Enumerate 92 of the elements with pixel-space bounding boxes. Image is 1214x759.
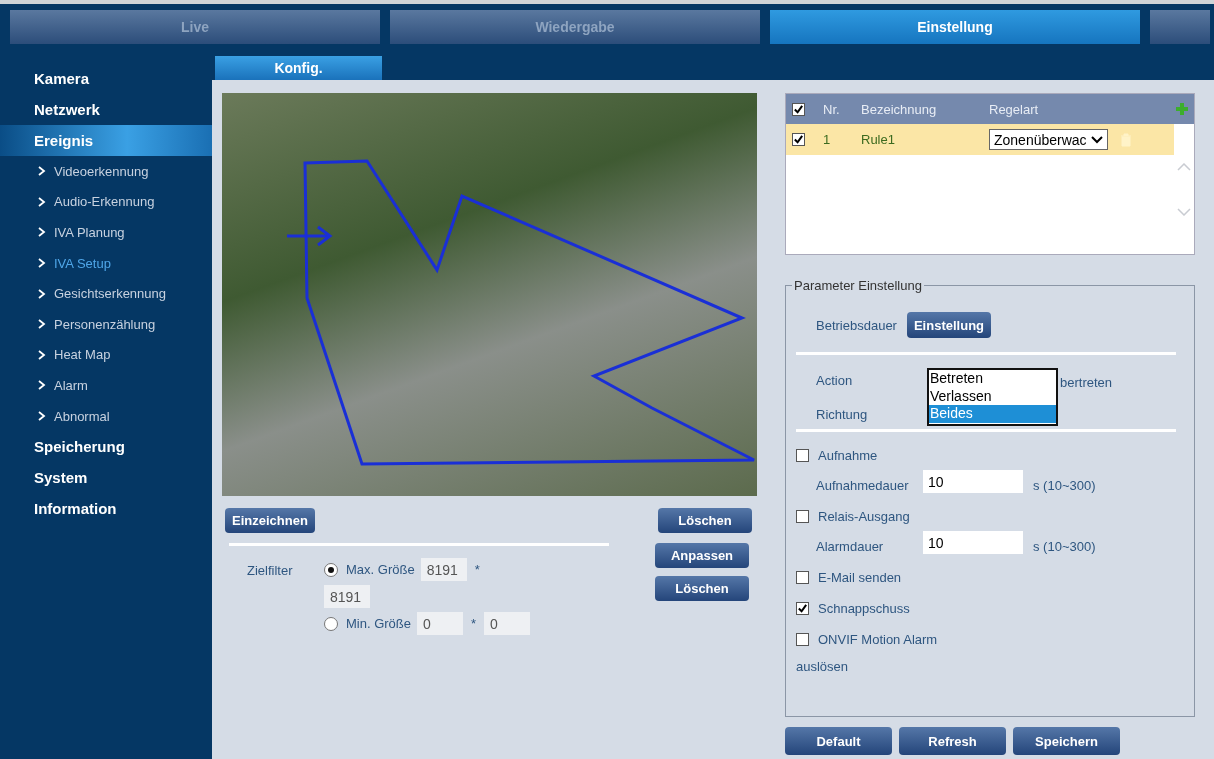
footer-button[interactable]: Default: [785, 727, 892, 755]
option-label: Aufnahme: [818, 448, 878, 463]
sidebar-subitem[interactable]: IVA Planung: [0, 217, 212, 248]
caret-icon: [1090, 135, 1103, 144]
duration-field[interactable]: 10: [923, 470, 1023, 493]
option-label: Schnappschuss: [818, 601, 910, 616]
config-tab[interactable]: Konfig.: [215, 56, 382, 80]
footer-button[interactable]: Refresh: [899, 727, 1006, 755]
table-cell-text: Rule1: [861, 132, 896, 147]
sidebar-subitem-label: Personenzählung: [54, 316, 156, 332]
chevron-icon: [38, 349, 46, 360]
option-label: ONVIF Motion Alarm: [818, 632, 938, 647]
sidebar-subitem-label: Videoerkennung: [54, 163, 149, 179]
checkbox[interactable]: [796, 449, 809, 462]
direction-arrow-icon: [285, 225, 333, 247]
height-field[interactable]: 8191: [324, 585, 370, 608]
sidebar-item[interactable]: Ereignis: [0, 125, 212, 156]
checkbox[interactable]: [796, 510, 809, 523]
checkbox[interactable]: [792, 102, 805, 116]
chevron-icon: [38, 411, 46, 422]
runtime-label: Betriebsdauer: [816, 317, 897, 333]
sidebar-item[interactable]: Netzwerk: [0, 94, 212, 125]
times-sign: *: [473, 562, 481, 577]
sidebar-item[interactable]: Kamera: [0, 63, 212, 94]
sidebar-subitem[interactable]: Heat Map: [0, 339, 212, 371]
checkbox[interactable]: [792, 133, 805, 146]
unit-label: s (10~300): [1033, 478, 1096, 493]
width-field[interactable]: 0: [417, 612, 463, 635]
sidebar-subitem[interactable]: Personenzählung: [0, 308, 212, 340]
checkbox[interactable]: [796, 633, 809, 646]
sidebar-subitem[interactable]: Abnormal: [0, 400, 212, 432]
sidebar-subitem[interactable]: Audio-Erkennung: [0, 186, 212, 218]
chevron-icon: [38, 166, 46, 177]
draw-button[interactable]: Einzeichnen: [225, 508, 315, 533]
clear-button[interactable]: Löschen: [658, 508, 752, 533]
table-cell-text: 1: [822, 132, 832, 147]
column-header: Bezeichnung: [861, 101, 938, 117]
chevron-icon: [38, 227, 46, 238]
checkbox[interactable]: [796, 571, 809, 584]
schedule-button[interactable]: Einstellung: [906, 312, 991, 338]
unit-label: s (10~300): [1033, 539, 1096, 554]
option-label: E-Mail senden: [818, 570, 902, 585]
list-option[interactable]: Verlassen: [929, 387, 1056, 405]
sidebar-item[interactable]: Information: [0, 493, 212, 525]
nav-tab[interactable]: Einstellung: [770, 10, 1140, 44]
sidebar-subitem[interactable]: IVA Setup: [0, 247, 212, 279]
action-label: Action: [816, 373, 854, 388]
height-field[interactable]: 0: [484, 612, 531, 635]
checkbox[interactable]: [796, 602, 809, 615]
sidebar-subitem-label: IVA Planung: [54, 225, 125, 240]
min-size-label: Min. Größe: [346, 616, 411, 631]
sidebar-subitem-label: Audio-Erkennung: [54, 194, 155, 210]
times-sign: *: [470, 616, 478, 631]
group-title: Parameter Einstellung: [792, 278, 924, 293]
chevron-icon: [38, 380, 46, 391]
chevron-icon: [38, 258, 46, 269]
list-option[interactable]: Beides: [929, 405, 1056, 423]
clear-button[interactable]: Löschen: [655, 576, 749, 601]
chevron-icon: [38, 319, 46, 330]
sidebar-item[interactable]: Speicherung: [0, 431, 212, 463]
width-field[interactable]: 8191: [420, 558, 467, 581]
option-label: auslösen: [796, 659, 849, 674]
max-size-label: Max. Größe: [346, 562, 415, 577]
field-label: Aufnahmedauer: [816, 478, 910, 493]
option-label: Relais-Ausgang: [818, 509, 910, 524]
sidebar-subitem[interactable]: Gesichtserkennung: [0, 278, 212, 309]
rule-type-dropdown[interactable]: Zonenüberwac: [989, 129, 1108, 150]
sidebar-subitem-label: IVA Setup: [54, 255, 111, 271]
footer-button[interactable]: Speichern: [1013, 727, 1120, 755]
filter-label: Zielfilter: [246, 562, 294, 580]
chevron-icon: [38, 288, 46, 299]
fit-button[interactable]: Anpassen: [655, 543, 749, 568]
radio-button[interactable]: [324, 616, 338, 631]
sidebar-subitem[interactable]: Alarm: [0, 370, 212, 401]
sidebar-subitem-label: Heat Map: [54, 347, 111, 363]
column-header: Regelart: [989, 101, 1040, 117]
action-option: bertreten: [1060, 375, 1113, 415]
column-header: Nr.: [822, 101, 841, 117]
field-label: Alarmdauer: [816, 539, 885, 554]
sidebar-item[interactable]: System: [0, 462, 212, 494]
table-row[interactable]: 1 Rule1 Zonenüberwac: [786, 124, 1174, 155]
sidebar-subitem[interactable]: Videoerkennung: [0, 156, 212, 187]
direction-label: Richtung: [816, 407, 869, 422]
sidebar-subitem-label: Gesichtserkennung: [54, 286, 166, 302]
list-option[interactable]: Betreten: [929, 370, 1056, 388]
radio-button[interactable]: [324, 562, 338, 577]
duration-field[interactable]: 10: [923, 531, 1023, 554]
sidebar-subitem-label: Alarm: [54, 377, 88, 393]
direction-listbox[interactable]: Betreten Verlassen Beides: [927, 368, 1058, 426]
chevron-icon: [38, 196, 46, 207]
sidebar-subitem-label: Abnormal: [54, 408, 110, 424]
nav-tab-stub: [1150, 10, 1210, 44]
